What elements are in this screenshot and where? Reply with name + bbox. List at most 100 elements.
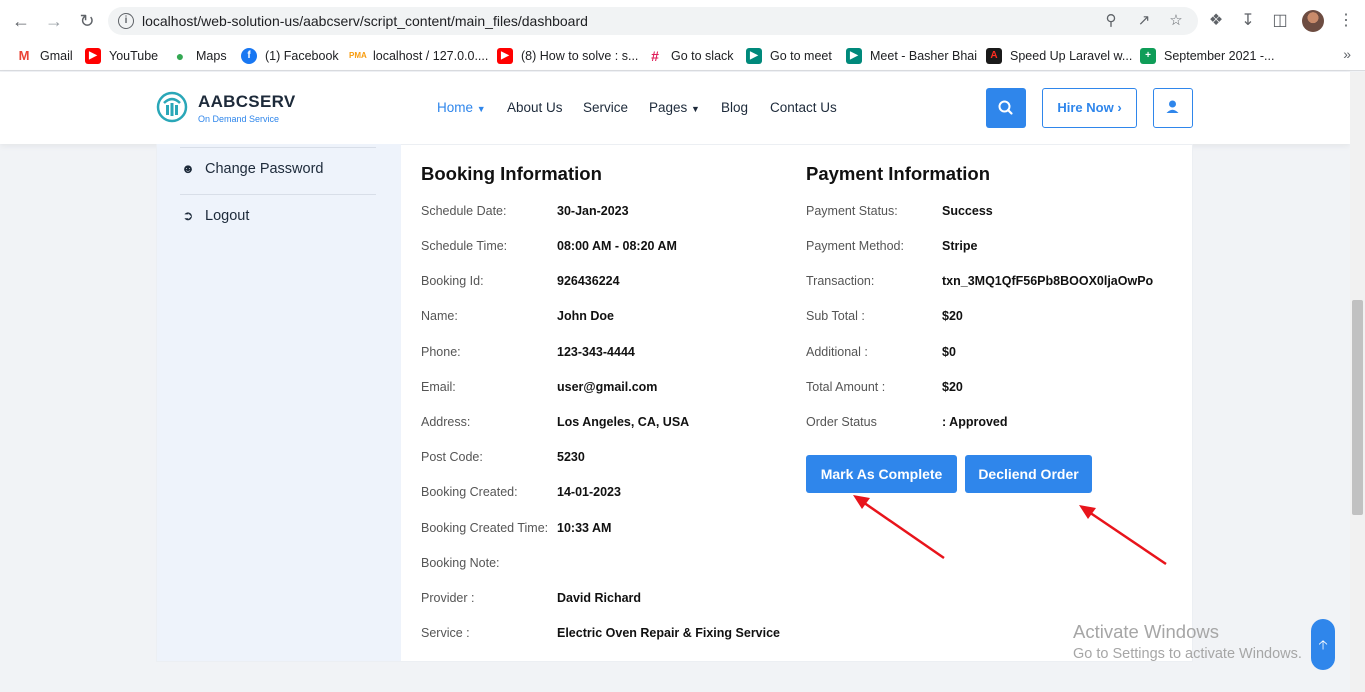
booking-label: Booking Id: [421, 274, 484, 288]
sidebar-divider [180, 194, 376, 195]
sidebar-item-change-password[interactable]: ☻ Change Password [180, 161, 324, 177]
hire-now-label: Hire Now [1057, 100, 1114, 115]
gmail-icon: M [18, 48, 30, 63]
booking-value: 14-01-2023 [557, 485, 621, 499]
bookmark-label: (1) Facebook [265, 49, 339, 63]
payment-label: Order Status [806, 415, 877, 429]
booking-label: Provider : [421, 591, 475, 605]
bookmark-slack[interactable]: # Go to slack [647, 46, 734, 66]
booking-value: David Richard [557, 591, 642, 605]
meet-icon: ▶ [846, 48, 862, 64]
bookmark-label: Meet - Basher Bhai [870, 49, 977, 63]
chevron-right-icon: › [1117, 100, 1122, 115]
logout-icon: ➲ [182, 208, 194, 223]
brand-tagline: On Demand Service [198, 114, 280, 124]
sidebar-item-label: Change Password [205, 161, 324, 177]
address-bar-url[interactable]: localhost/web-solution-us/aabcserv/scrip… [142, 13, 588, 29]
nav-blog[interactable]: Blog [721, 100, 748, 115]
side-panel-icon[interactable]: ◫ [1270, 11, 1290, 31]
bookmark-meet[interactable]: ▶ Go to meet [746, 46, 832, 66]
laravel-icon: A [986, 48, 1002, 64]
booking-value: John Doe [557, 309, 614, 323]
search-icon [998, 100, 1013, 115]
booking-label: Address: [421, 415, 471, 429]
booking-value: 5230 [557, 450, 585, 464]
booking-label: Phone: [421, 345, 461, 359]
bookmark-label: localhost / 127.0.0.... [373, 49, 489, 63]
bookmark-label: Go to slack [671, 49, 734, 63]
nav-pages[interactable]: Pages ▼ [649, 100, 700, 115]
booking-info-title: Booking Information [421, 163, 602, 184]
forward-arrow-icon[interactable]: → [43, 10, 65, 32]
hire-now-button[interactable]: Hire Now › [1042, 88, 1137, 128]
windows-activation-watermark: Activate Windows Go to Settings to activ… [1073, 621, 1302, 662]
back-arrow-icon[interactable]: ← [10, 10, 32, 32]
back-to-top-button[interactable]: 🡡 [1311, 619, 1335, 670]
brand-logo-icon[interactable] [155, 90, 189, 124]
arrow-up-icon: 🡡 [1318, 637, 1328, 652]
header-search-button[interactable] [986, 88, 1026, 128]
payment-label: Transaction: [806, 274, 875, 288]
booking-label: Service : [421, 626, 470, 640]
mark-as-complete-button[interactable]: Mark As Complete [806, 455, 957, 493]
booking-label: Booking Created: [421, 485, 518, 499]
bookmark-label: YouTube [109, 49, 159, 63]
zoom-icon[interactable]: ⚲ [1102, 12, 1120, 30]
user-account-button[interactable] [1153, 88, 1193, 128]
bookmark-facebook[interactable]: f (1) Facebook [241, 46, 339, 66]
page-scrollbar-thumb[interactable] [1352, 300, 1363, 515]
payment-label: Sub Total : [806, 309, 865, 323]
nav-about[interactable]: About Us [507, 100, 563, 115]
booking-value: user@gmail.com [557, 380, 658, 394]
sidebar-item-label: Logout [205, 208, 250, 224]
share-icon[interactable]: ↗ [1135, 12, 1153, 30]
chevron-down-icon: ▼ [476, 104, 486, 114]
booking-label: Schedule Time: [421, 239, 508, 253]
bookmark-phpmyadmin[interactable]: PMA localhost / 127.0.0.... [349, 46, 488, 66]
address-bar[interactable]: i localhost/web-solution-us/aabcserv/scr… [108, 7, 1198, 35]
booking-value: 08:00 AM - 08:20 AM [557, 239, 677, 253]
bookmark-star-icon[interactable]: ☆ [1167, 12, 1185, 30]
nav-service[interactable]: Service [583, 100, 628, 115]
watermark-line-2: Go to Settings to activate Windows. [1073, 646, 1302, 662]
site-header: AABCSERV On Demand Service Home ▼ About … [0, 72, 1350, 144]
payment-info-title: Payment Information [806, 163, 990, 184]
payment-value: Success [942, 204, 993, 218]
bookmark-laravel[interactable]: A Speed Up Laravel w... [986, 46, 1132, 66]
facebook-icon: f [241, 48, 257, 64]
download-icon[interactable]: ↧ [1238, 11, 1258, 31]
bookmark-label: (8) How to solve : s... [521, 49, 639, 63]
nav-home[interactable]: Home ▼ [437, 100, 486, 115]
profile-avatar[interactable] [1302, 10, 1324, 32]
bookmark-youtube-video[interactable]: ▶ (8) How to solve : s... [497, 46, 638, 66]
phpmyadmin-icon: PMA [349, 51, 367, 60]
bookmarks-overflow-icon[interactable]: » [1343, 46, 1351, 62]
payment-label: Additional : [806, 345, 868, 359]
brand-name[interactable]: AABCSERV [198, 92, 296, 112]
booking-value: 10:33 AM [557, 521, 612, 535]
bookmark-youtube[interactable]: ▶ YouTube [85, 46, 158, 66]
bookmark-sheets[interactable]: + September 2021 -... [1140, 46, 1274, 66]
booking-label: Post Code: [421, 450, 483, 464]
slack-icon: # [651, 48, 659, 64]
browser-toolbar: ← → ↻ i localhost/web-solution-us/aabcse… [0, 0, 1365, 41]
sidebar-item-logout[interactable]: ➲ Logout [180, 208, 250, 224]
nav-contact[interactable]: Contact Us [770, 100, 837, 115]
maps-icon: ● [175, 48, 185, 64]
bookmark-meet-basher[interactable]: ▶ Meet - Basher Bhai [846, 46, 977, 66]
payment-value: $20 [942, 309, 963, 323]
bookmark-gmail[interactable]: M Gmail [16, 46, 73, 66]
bookmark-maps[interactable]: ● Maps [172, 46, 227, 66]
browser-menu-icon[interactable]: ⋮ [1336, 11, 1356, 31]
payment-value: txn_3MQ1QfF56Pb8BOOX0ljaOwPo [942, 274, 1154, 288]
decline-order-button[interactable]: Decliend Order [965, 455, 1092, 493]
site-info-icon[interactable]: i [118, 13, 134, 29]
reload-icon[interactable]: ↻ [76, 10, 98, 32]
payment-value: $0 [942, 345, 956, 359]
sidebar-divider [180, 147, 376, 148]
bookmark-label: Maps [196, 49, 227, 63]
extensions-puzzle-icon[interactable]: ❖ [1206, 11, 1226, 31]
order-status-value: : Approved [942, 415, 1008, 429]
booking-label: Email: [421, 380, 456, 394]
sheets-icon: + [1140, 48, 1156, 64]
